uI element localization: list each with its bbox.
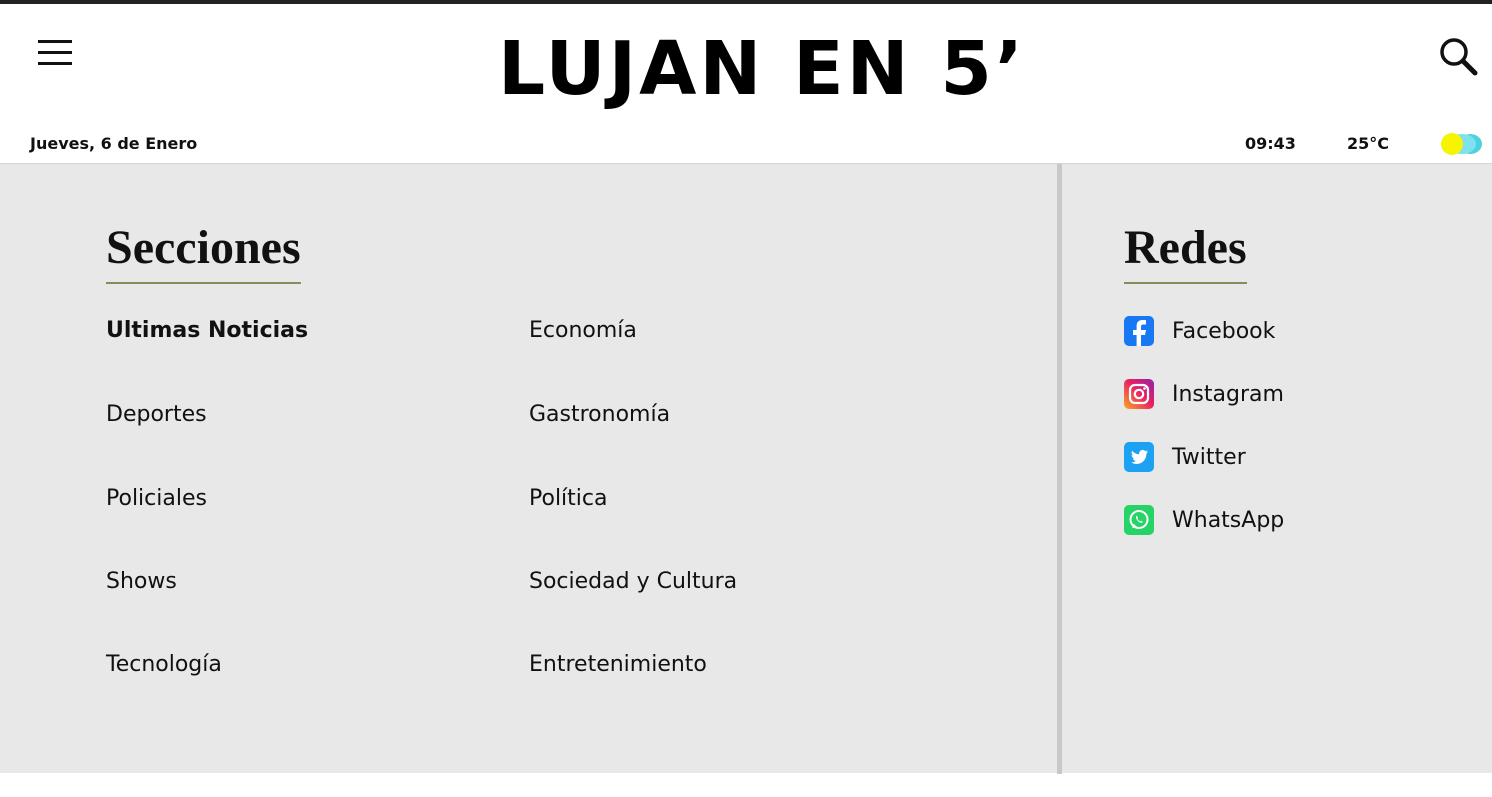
section-link-entretenimiento[interactable]: Entretenimiento bbox=[529, 652, 707, 677]
social-label: Facebook bbox=[1172, 318, 1276, 344]
twitter-icon bbox=[1124, 442, 1154, 472]
social-link-twitter[interactable]: Twitter bbox=[1124, 442, 1246, 472]
whatsapp-icon bbox=[1124, 505, 1154, 535]
social-label: WhatsApp bbox=[1172, 507, 1285, 533]
section-link-gastronomia[interactable]: Gastronomía bbox=[529, 402, 670, 427]
menu-panel: Secciones Ultimas Noticias Deportes Poli… bbox=[0, 163, 1492, 774]
section-link-ultimas-noticias[interactable]: Ultimas Noticias bbox=[106, 318, 308, 343]
column-divider bbox=[1057, 164, 1062, 774]
section-link-sociedad-y-cultura[interactable]: Sociedad y Cultura bbox=[529, 569, 737, 594]
hamburger-menu-icon[interactable] bbox=[38, 40, 72, 66]
section-link-tecnologia[interactable]: Tecnología bbox=[106, 652, 222, 677]
instagram-icon bbox=[1124, 379, 1154, 409]
section-link-economia[interactable]: Economía bbox=[529, 318, 637, 343]
social-link-whatsapp[interactable]: WhatsApp bbox=[1124, 505, 1284, 535]
section-link-shows[interactable]: Shows bbox=[106, 569, 177, 594]
info-bar: Jueves, 6 de Enero 09:43 25°C bbox=[0, 133, 1492, 158]
social-heading: Redes bbox=[1124, 220, 1247, 284]
facebook-icon bbox=[1124, 316, 1154, 346]
section-link-policiales[interactable]: Policiales bbox=[106, 486, 207, 511]
top-border bbox=[0, 0, 1492, 4]
social-link-facebook[interactable]: Facebook bbox=[1124, 316, 1275, 346]
site-logo[interactable]: LUJAN EN 5’ bbox=[498, 30, 1023, 108]
current-date: Jueves, 6 de Enero bbox=[30, 134, 198, 153]
temperature: 25°C bbox=[1347, 134, 1390, 153]
sun-cloud-icon bbox=[1438, 130, 1484, 158]
sections-heading: Secciones bbox=[106, 220, 301, 284]
current-time: 09:43 bbox=[1245, 134, 1296, 153]
search-icon[interactable] bbox=[1438, 36, 1478, 76]
section-link-deportes[interactable]: Deportes bbox=[106, 402, 207, 427]
social-link-instagram[interactable]: Instagram bbox=[1124, 379, 1284, 409]
social-label: Instagram bbox=[1172, 381, 1284, 407]
section-link-politica[interactable]: Política bbox=[529, 486, 607, 511]
social-label: Twitter bbox=[1172, 444, 1246, 470]
